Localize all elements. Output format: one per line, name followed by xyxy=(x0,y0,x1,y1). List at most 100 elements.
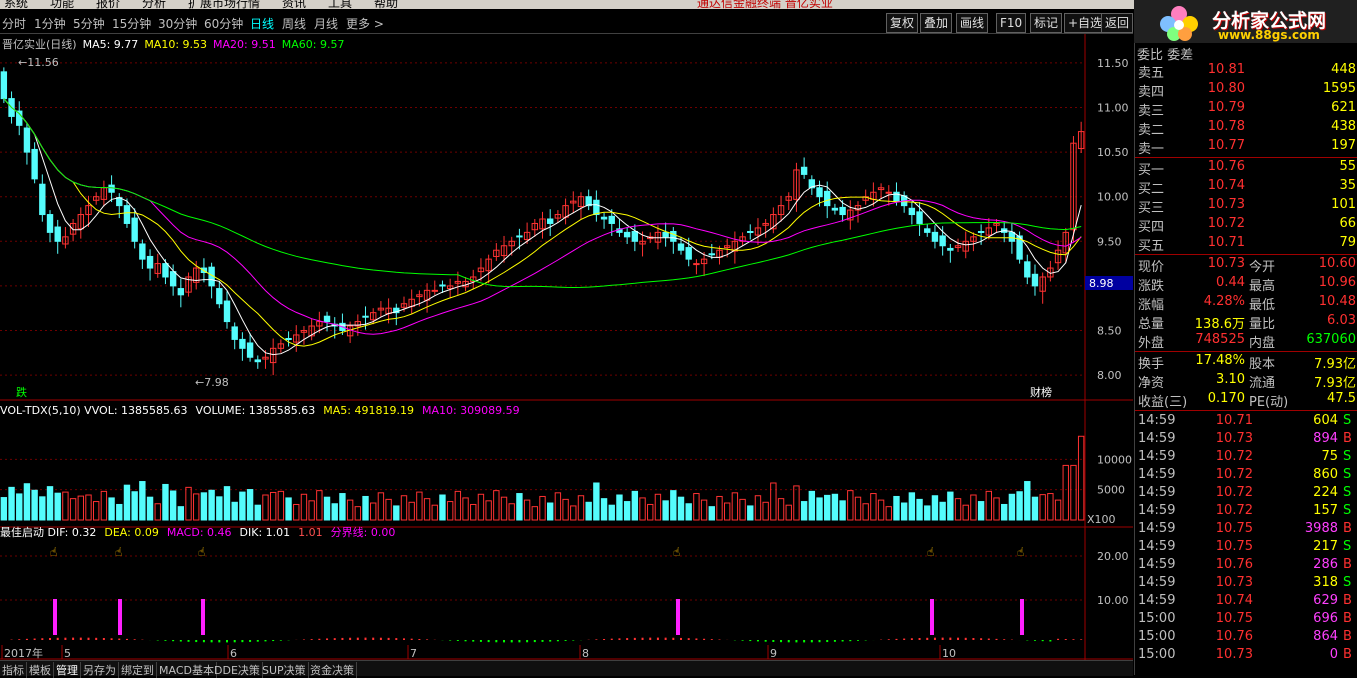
high-label: ←11.56 xyxy=(18,56,59,69)
volume-bar xyxy=(500,496,508,521)
period-tab[interactable]: 月线 xyxy=(314,15,338,32)
volume-bar xyxy=(770,482,777,521)
menu-item[interactable]: 扩展市场行情 xyxy=(188,0,260,9)
volume-bar xyxy=(570,505,577,521)
volume-bar xyxy=(562,498,569,521)
event-marker-left[interactable]: 跌 xyxy=(16,385,27,399)
toolbar-button[interactable]: +自选 xyxy=(1064,13,1107,33)
toolbar-button[interactable]: 复权 xyxy=(886,13,919,33)
volume-bar xyxy=(516,493,523,521)
volume-bar xyxy=(285,497,292,521)
period-tab[interactable]: 更多 > xyxy=(346,15,384,32)
volume-bar xyxy=(85,494,92,521)
period-tab[interactable]: 1分钟 xyxy=(34,15,66,32)
bottom-tab[interactable]: 另存为 xyxy=(81,662,119,678)
price-tick: 11.50 xyxy=(1097,57,1129,70)
sell-level-5: 卖五 10.81 448 xyxy=(1138,62,1356,81)
volume-bar xyxy=(916,498,923,521)
period-tab[interactable]: 5分钟 xyxy=(73,15,105,32)
period-tab[interactable]: 15分钟 xyxy=(112,15,151,32)
bottom-tab[interactable]: SUP决策 xyxy=(260,662,309,678)
volume-bar xyxy=(631,490,639,521)
x-axis-label: 10 xyxy=(942,647,956,660)
macd-tick: 20.00 xyxy=(1097,550,1129,563)
volume-bar xyxy=(977,501,985,521)
volume-bar xyxy=(423,498,431,521)
tick-row: 15:00 10.76 864 B xyxy=(1138,629,1352,644)
candle-body xyxy=(1031,273,1039,287)
volume-bar xyxy=(308,500,315,521)
volume-bar xyxy=(1016,491,1023,521)
volume-bar xyxy=(485,500,492,521)
main-legend: 晋亿实业(日线) MA5: 9.77 MA10: 9.53 MA20: 9.51 MA6… xyxy=(2,37,344,51)
stat-row: 收益(三) 0.170 PE(动) 47.5 xyxy=(1138,391,1356,410)
stat-row: 总量 138.6万 量比 6.03 xyxy=(1138,313,1356,332)
current-price-label: 8.98 xyxy=(1089,277,1114,290)
tick-row: 15:00 10.75 696 B xyxy=(1138,611,1352,626)
bottom-tab[interactable]: MACD基本 xyxy=(157,662,217,678)
menu-item[interactable]: 系统 xyxy=(4,0,28,9)
menu-item[interactable]: 分析 xyxy=(142,0,166,9)
menu-item[interactable]: 功能 xyxy=(50,0,74,9)
period-tab[interactable]: 周线 xyxy=(282,15,306,32)
toolbar-button[interactable]: 画线 xyxy=(956,13,989,33)
candle-body xyxy=(254,359,261,363)
ma-legend: MA10: 9.53 xyxy=(144,38,207,51)
menu-item[interactable]: 帮助 xyxy=(374,0,398,9)
candle-body xyxy=(54,226,61,242)
volume-bar xyxy=(162,483,169,521)
candle-body xyxy=(547,218,554,224)
period-toolbar: 分时 1分钟 5分钟 15分钟 30分钟 60分钟 日线 周线 月线 更多 > 复权 叠加 画线 F10 标… xyxy=(0,11,1134,34)
buy-level-4: 买四 10.72 66 xyxy=(1138,216,1356,235)
period-tab[interactable]: 日线 xyxy=(250,15,274,32)
event-marker-right[interactable]: 财榜 xyxy=(1030,385,1052,399)
volume-bar xyxy=(277,490,285,521)
volume-tick: 10000 xyxy=(1097,453,1132,466)
toolbar-button[interactable]: 返回 xyxy=(1101,13,1134,33)
toolbar-button[interactable]: 叠加 xyxy=(920,13,953,33)
volume-bar xyxy=(1039,494,1046,521)
candle-body xyxy=(362,315,369,318)
volume-bar xyxy=(246,489,254,521)
volume-bar xyxy=(223,486,231,521)
toolbar-button[interactable]: 标记 xyxy=(1030,13,1063,33)
volume-bar xyxy=(493,490,500,521)
volume-bar xyxy=(785,504,792,521)
ma-legend: MA60: 9.57 xyxy=(282,38,345,51)
period-tab[interactable]: 60分钟 xyxy=(204,15,243,32)
volume-bar xyxy=(808,490,816,521)
bottom-tab[interactable]: 指标 xyxy=(0,662,27,678)
menu-item[interactable]: 工具 xyxy=(328,0,352,9)
candle-body xyxy=(139,243,146,260)
volume-bar xyxy=(885,506,892,521)
ma-legend: MA5: 9.77 xyxy=(83,38,139,51)
candle-body xyxy=(108,184,115,193)
toolbar-button[interactable]: F10 xyxy=(996,13,1027,33)
volume-bar xyxy=(100,490,108,521)
volume-bar xyxy=(370,502,377,521)
candle-body xyxy=(839,206,846,216)
bottom-tab[interactable]: 模板 xyxy=(27,662,54,678)
bottom-tab[interactable]: 绑定到 xyxy=(119,662,157,678)
volume-bar xyxy=(323,496,331,521)
volume-bar xyxy=(762,501,769,521)
volume-bar xyxy=(523,499,531,521)
candle-body xyxy=(939,235,946,247)
tick-row: 14:59 10.74 629 B xyxy=(1138,593,1352,608)
volume-bar xyxy=(623,501,631,521)
bottom-tab[interactable]: 管理 xyxy=(54,662,81,678)
menu-item[interactable]: 报价 xyxy=(96,0,120,9)
chart-area[interactable]: 11.5011.0010.5010.009.509.008.508.00晋亿实业… xyxy=(0,34,1133,660)
volume-bar xyxy=(400,495,408,521)
volume-bar xyxy=(870,493,877,521)
menu-item[interactable]: 资讯 xyxy=(282,0,306,9)
period-tab[interactable]: 分时 xyxy=(2,15,26,32)
bottom-tab[interactable]: 资金决策 xyxy=(308,662,357,678)
volume-bar xyxy=(108,497,115,521)
tick-row: 14:59 10.72 75 S xyxy=(1138,449,1352,464)
volume-bar xyxy=(23,483,31,521)
period-tab[interactable]: 30分钟 xyxy=(158,15,197,32)
tick-row: 14:59 10.73 318 S xyxy=(1138,575,1352,590)
bottom-tab[interactable]: DDE决策 xyxy=(212,662,263,678)
volume-bar xyxy=(731,492,739,521)
